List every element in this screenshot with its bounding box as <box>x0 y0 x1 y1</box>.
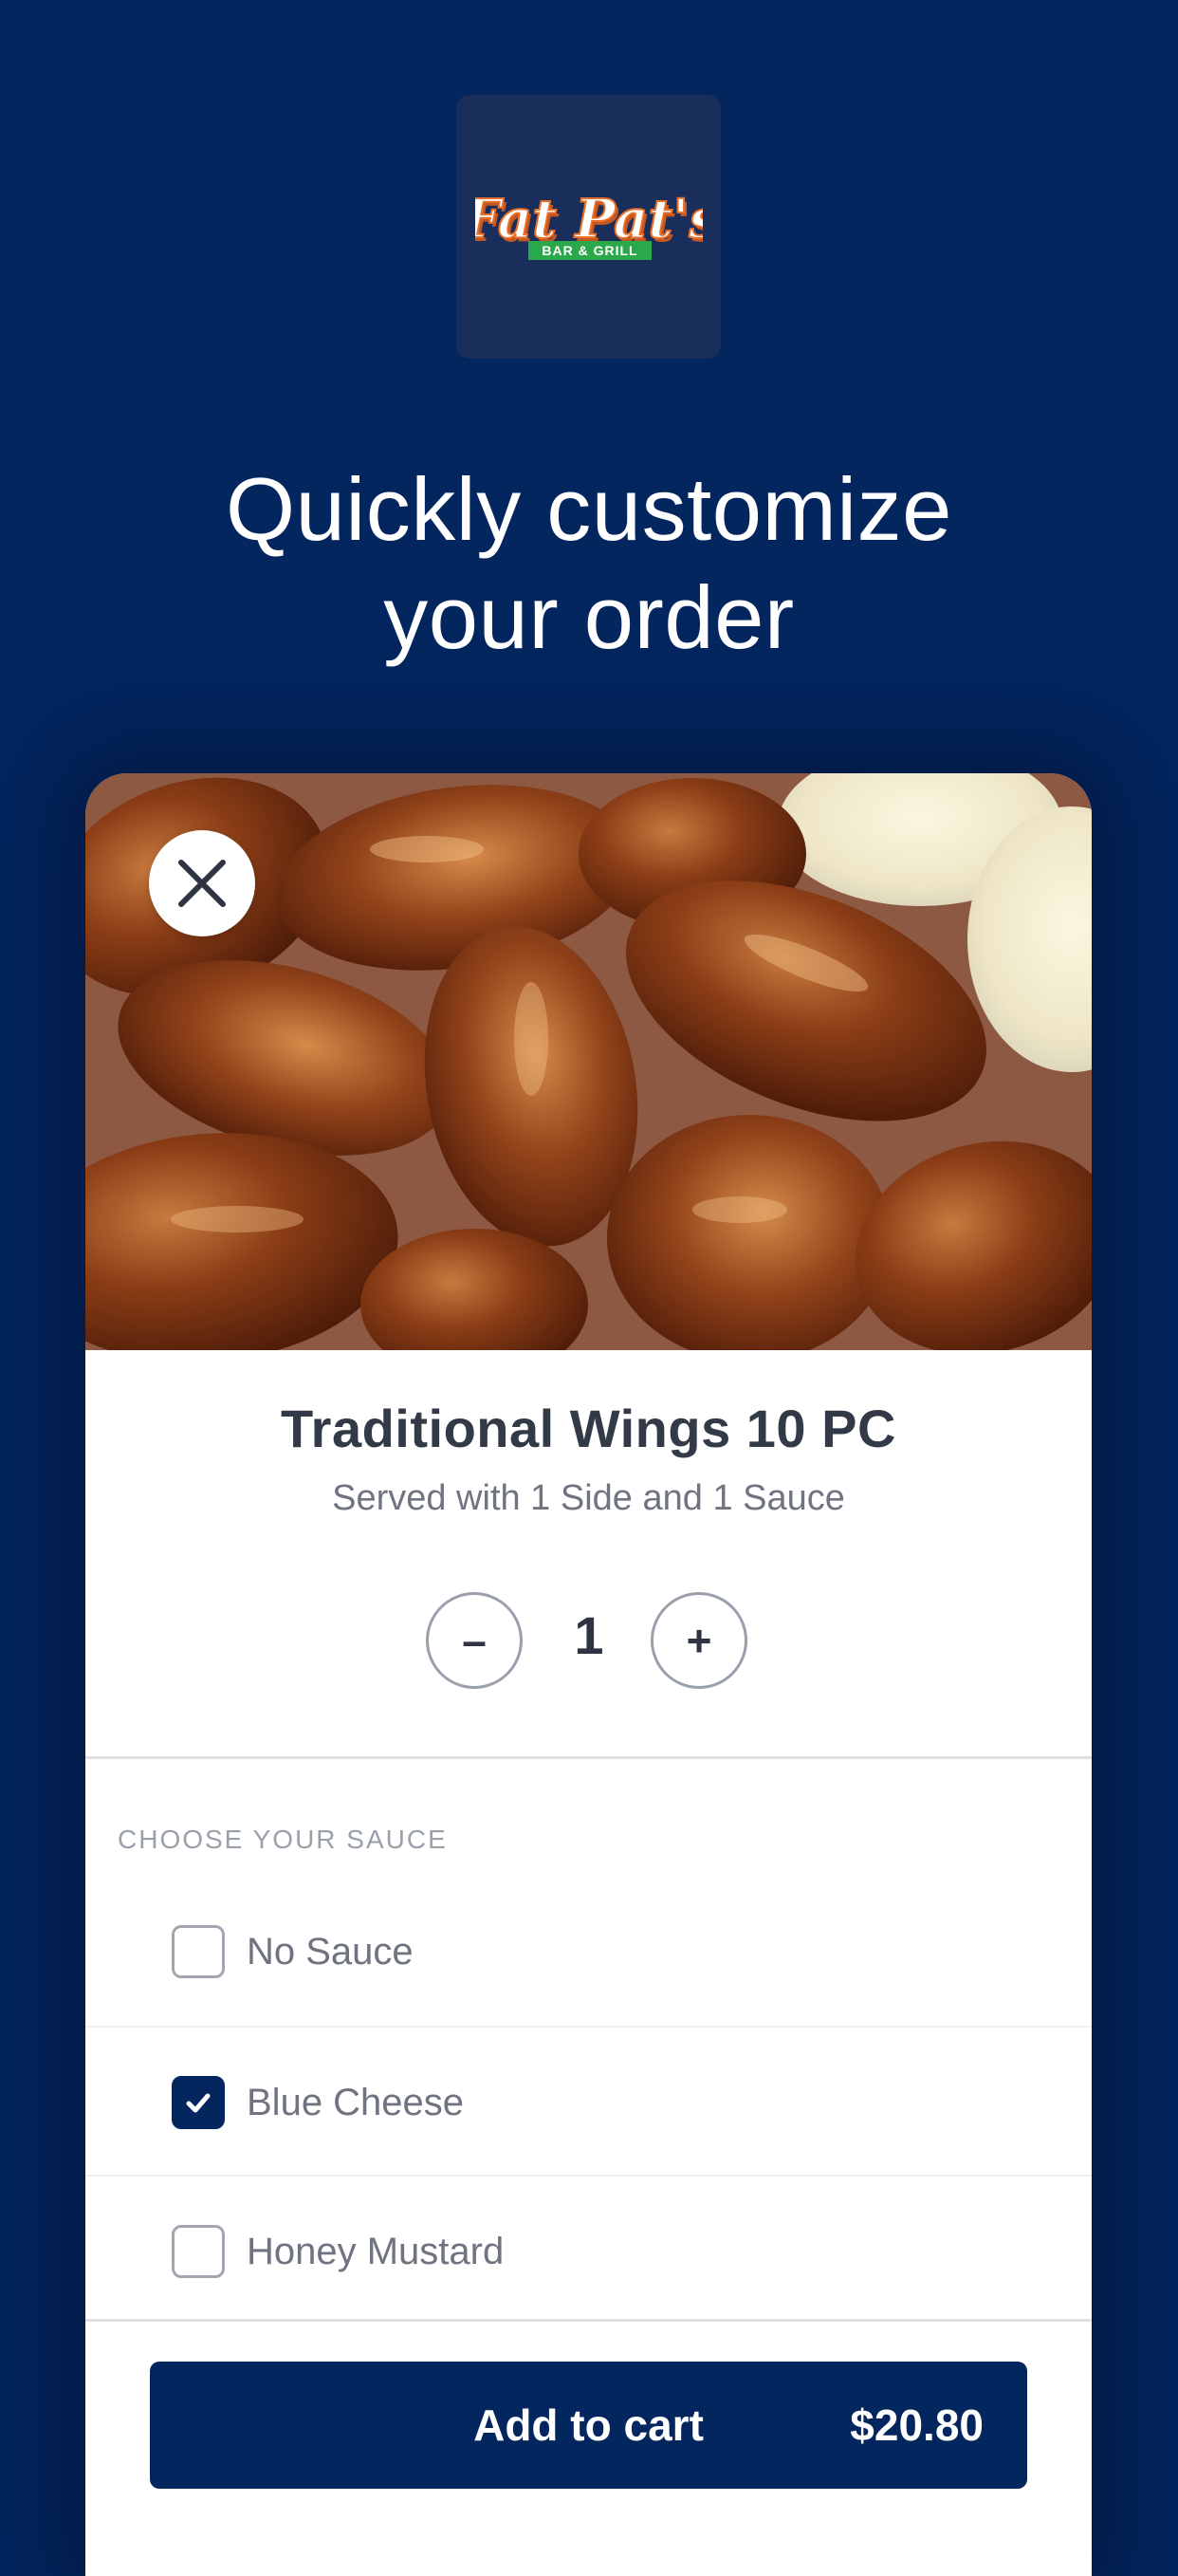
item-customization-card: Traditional Wings 10 PC Served with 1 Si… <box>85 773 1092 2576</box>
item-title: Traditional Wings 10 PC <box>281 1399 896 1458</box>
brand-logo: Fat Pat's Fat Pat's BAR & GRILL <box>456 95 721 359</box>
checkbox-checked[interactable] <box>172 2076 225 2129</box>
close-button[interactable] <box>149 830 255 936</box>
footer-divider <box>85 2319 1092 2322</box>
minus-icon: – <box>462 1616 487 1665</box>
checkbox-unchecked[interactable] <box>172 2225 225 2278</box>
option-label: Blue Cheese <box>247 2082 465 2123</box>
checkbox-unchecked[interactable] <box>172 1925 225 1978</box>
item-subtitle: Served with 1 Side and 1 Sauce <box>332 1478 845 1518</box>
quantity-decrease-button[interactable]: – <box>426 1592 523 1689</box>
close-icon <box>178 860 226 907</box>
fat-pats-logo-icon: Fat Pat's Fat Pat's BAR & GRILL <box>475 187 703 260</box>
page-headline: Quickly customize your order <box>57 455 1121 672</box>
cart-price: $20.80 <box>850 2400 984 2450</box>
sauce-option-no-sauce[interactable]: No Sauce <box>85 1877 1092 2027</box>
sauce-option-blue-cheese[interactable]: Blue Cheese <box>85 2028 1092 2178</box>
option-label: Honey Mustard <box>247 2231 505 2272</box>
section-divider <box>85 1756 1092 1759</box>
plus-icon: + <box>686 1616 712 1665</box>
checkmark-icon <box>186 2093 211 2113</box>
svg-text:BAR & GRILL: BAR & GRILL <box>542 243 637 258</box>
option-label: No Sauce <box>247 1931 414 1973</box>
quantity-value: 1 <box>574 1605 604 1665</box>
quantity-increase-button[interactable]: + <box>651 1592 747 1689</box>
headline-line-1: Quickly customize <box>226 459 952 559</box>
sauce-option-honey-mustard[interactable]: Honey Mustard <box>85 2177 1092 2326</box>
add-to-cart-button[interactable]: Add to cart $20.80 <box>150 2362 1027 2489</box>
sauce-section-label: CHOOSE YOUR SAUCE <box>118 1825 448 1854</box>
headline-line-2: your order <box>383 567 795 667</box>
